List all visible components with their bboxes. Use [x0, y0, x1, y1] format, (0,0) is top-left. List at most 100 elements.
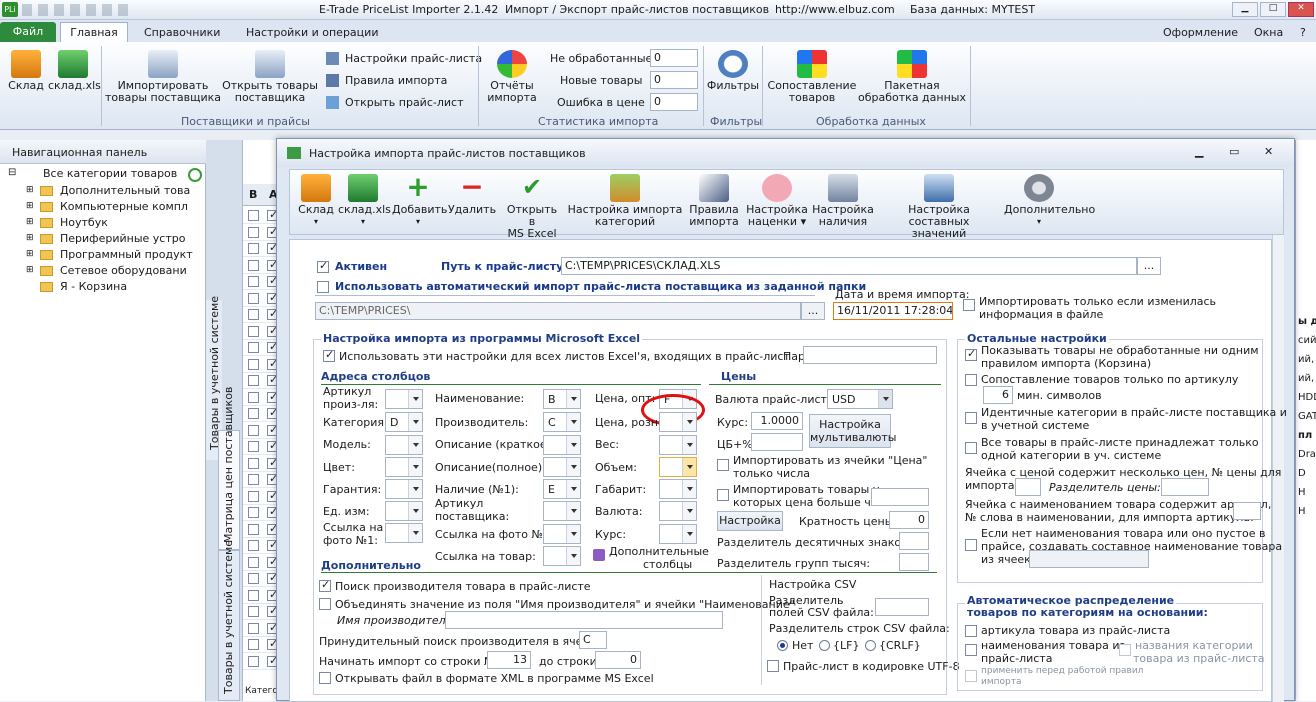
auto-by-art-checkbox[interactable] [965, 625, 977, 637]
add-button[interactable]: + Добавить ▾ [392, 173, 447, 228]
maker-name-field[interactable] [445, 611, 723, 629]
csv-lf-radio[interactable] [819, 640, 830, 651]
use-all-sheets-checkbox[interactable] [323, 348, 335, 362]
app-icon[interactable]: PLi [2, 2, 18, 17]
import-goods-button[interactable]: Импортировать товары поставщика [104, 50, 222, 104]
warehouse-xls-button[interactable]: склад.xls [48, 50, 101, 92]
extra-columns-button[interactable]: Дополнительные столбцы [593, 545, 709, 571]
color-column-select[interactable] [385, 457, 423, 477]
expand-icon[interactable]: ⊞ [26, 201, 34, 211]
empty-name-field[interactable] [1029, 550, 1149, 568]
multicurrency-button[interactable]: Настройка мультивалюты [809, 414, 897, 448]
csv-field-sep-field[interactable] [875, 598, 929, 616]
vtab-price-matrix[interactable]: Матрица цен поставщиков [218, 387, 240, 550]
composite-button[interactable]: Настройка составных значений [878, 174, 1000, 240]
row-checkbox[interactable] [248, 424, 259, 436]
volume-column-select[interactable] [659, 457, 697, 477]
row-checkbox[interactable] [248, 606, 259, 617]
min-symbols-field[interactable]: 6 [983, 386, 1013, 404]
active-checkbox[interactable] [317, 259, 329, 273]
compare-button[interactable]: Сопоставление товаров [766, 50, 858, 104]
vtab-accounting-2[interactable]: Товары в учетной системе [218, 540, 240, 701]
row-checkbox[interactable] [248, 408, 259, 419]
row-checkbox[interactable] [248, 490, 259, 502]
art-column-select[interactable] [385, 389, 423, 409]
more-button[interactable]: Дополнительно ▾ [1004, 174, 1095, 228]
dlg-warehouse-button[interactable]: Склад ▾ [294, 174, 338, 228]
row-checkbox[interactable] [248, 457, 259, 469]
dialog-maximize-icon[interactable]: ▭ [1229, 145, 1239, 158]
browse-button[interactable]: ... [1137, 257, 1161, 275]
datetime-field[interactable]: 16/11/2011 17:28:04 [833, 302, 953, 320]
stock-column-select[interactable]: E [543, 479, 581, 499]
row-checkbox[interactable] [248, 259, 259, 271]
row-checkbox[interactable] [248, 655, 259, 667]
maximize-button[interactable]: □ [1260, 2, 1286, 17]
auto-before-checkbox[interactable] [965, 670, 977, 682]
row-checkbox[interactable] [248, 474, 259, 485]
auto-browse-button[interactable]: ... [801, 302, 825, 320]
full-desc-column-select[interactable] [543, 457, 581, 477]
identical-cat-checkbox[interactable] [965, 412, 977, 424]
row-checkbox[interactable] [248, 358, 259, 370]
tree-item[interactable]: ⊞ Дополнительный това [26, 184, 206, 199]
tree-root[interactable]: ⊟ Все категории товаров [8, 167, 188, 182]
row-checkbox[interactable] [248, 342, 259, 353]
weight-column-select[interactable] [659, 435, 697, 455]
by-article-checkbox[interactable] [965, 374, 977, 386]
row-checkbox[interactable] [248, 540, 259, 551]
dialog-close-icon[interactable]: ✕ [1264, 145, 1273, 158]
currency-column-select[interactable] [659, 501, 697, 521]
show-unprocessed-checkbox[interactable] [965, 347, 977, 361]
row-checkbox[interactable] [248, 309, 259, 320]
csv-no-radio[interactable] [777, 640, 788, 651]
price-more-field[interactable] [871, 488, 929, 506]
model-column-select[interactable] [385, 435, 423, 455]
path-field[interactable]: C:\TEMP\PRICES\СКЛАД.XLS [561, 257, 1137, 275]
course-column-select[interactable] [659, 524, 697, 544]
tree-item[interactable]: ⊞ Компьютерные компл [26, 200, 206, 215]
row-checkbox[interactable] [248, 210, 259, 221]
warehouse-button[interactable]: Склад [6, 50, 46, 92]
auto-by-name-checkbox[interactable] [965, 644, 977, 656]
tree-item[interactable]: ⊞ Программный продукт [26, 248, 206, 263]
tab-settings[interactable]: Настройки и операции [246, 26, 378, 39]
search-maker-checkbox[interactable] [319, 578, 331, 592]
open-goods-button[interactable]: Открыть товары поставщика [222, 50, 318, 104]
stock-button[interactable]: Настройка наличия [812, 174, 874, 228]
utf8-checkbox[interactable] [767, 660, 779, 672]
expand-icon[interactable]: ⊞ [26, 233, 34, 243]
row-checkbox[interactable] [248, 441, 259, 452]
multi-price-field[interactable] [1015, 478, 1041, 496]
tree-item[interactable]: ⊞ Сетевое оборудовани [26, 264, 206, 279]
expand-icon[interactable]: ⊞ [26, 265, 34, 275]
menu-appearance[interactable]: Оформление [1163, 26, 1238, 39]
expand-icon[interactable]: ⊞ [26, 217, 34, 227]
auto-import-checkbox[interactable] [317, 281, 329, 293]
price-more-checkbox[interactable] [717, 489, 729, 501]
warranty-column-select[interactable] [385, 479, 423, 499]
help-icon[interactable]: ? [1300, 26, 1306, 39]
photo1-column-select[interactable] [385, 523, 423, 543]
price-retail-column-select[interactable] [659, 412, 697, 432]
tab-file[interactable]: Файл [0, 22, 56, 42]
qat-icons[interactable] [22, 4, 132, 16]
unit-column-select[interactable] [385, 501, 423, 521]
expand-icon[interactable]: ⊞ [26, 185, 34, 195]
row-checkbox[interactable] [248, 391, 259, 403]
auto-path-field[interactable]: C:\TEMP\PRICES\ [315, 302, 801, 320]
maker-column-select[interactable]: C [543, 412, 581, 432]
row-checkbox[interactable] [248, 573, 259, 584]
open-xml-checkbox[interactable] [319, 672, 331, 684]
price-setup-button[interactable]: Настройка [717, 511, 783, 531]
tree-item[interactable]: ⊞ Ноутбук [26, 216, 206, 231]
one-cat-checkbox[interactable] [965, 442, 977, 454]
row-checkbox[interactable] [248, 556, 259, 568]
dialog-minimize-icon[interactable]: ▁ [1195, 145, 1203, 158]
csv-crlf-radio[interactable] [865, 640, 876, 651]
tab-references[interactable]: Справочники [144, 26, 220, 39]
multiplicity-field[interactable]: 0 [889, 511, 929, 529]
row-checkbox[interactable] [248, 622, 259, 634]
merge-checkbox[interactable] [319, 598, 331, 610]
category-import-button[interactable]: Настройка импорта категорий [566, 174, 684, 228]
